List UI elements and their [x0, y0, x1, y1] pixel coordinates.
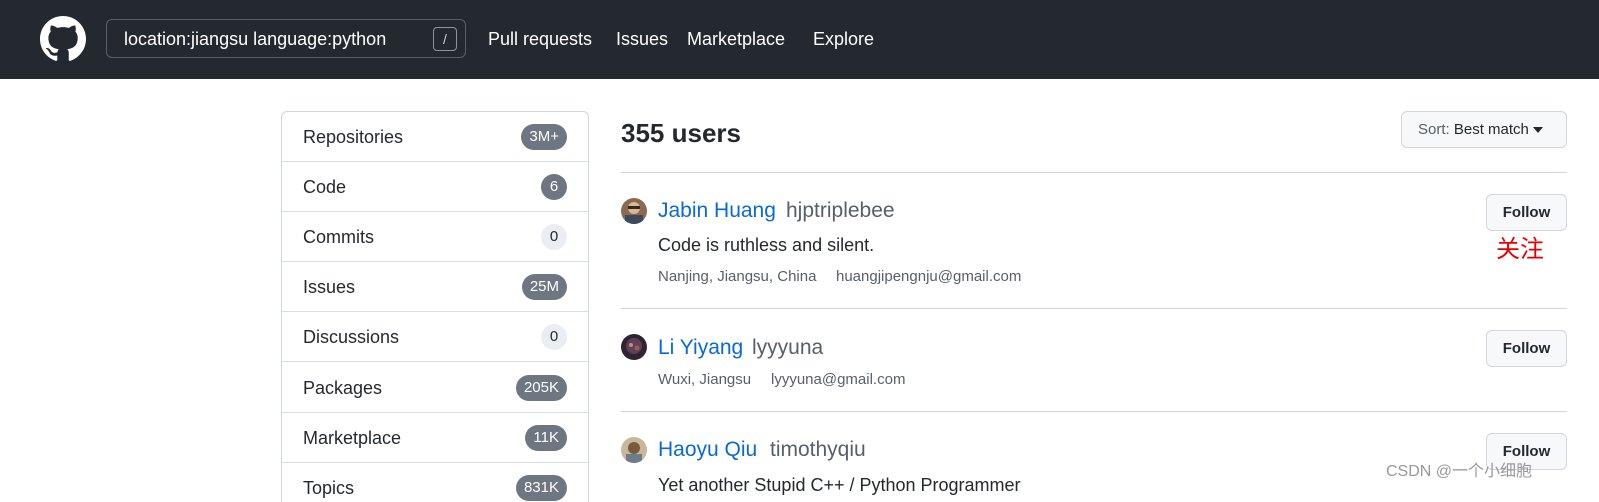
user-location: Nanjing, Jiangsu, China [658, 268, 817, 285]
user-login-link[interactable]: lyyyuna [752, 335, 823, 361]
count-badge: 205K [515, 375, 567, 401]
menu-item-code[interactable]: Code 6 [282, 162, 588, 212]
divider [621, 411, 1567, 412]
watermark: CSDN @一个小细胞 [1386, 463, 1533, 480]
menu-item-discussions[interactable]: Discussions 0 [282, 312, 588, 362]
search-box[interactable]: / [106, 19, 466, 58]
github-logo-icon[interactable] [40, 16, 86, 62]
menu-item-repositories[interactable]: Repositories 3M+ [282, 112, 588, 162]
menu-item-label: Packages [303, 378, 383, 398]
menu-item-label: Issues [303, 277, 356, 297]
sort-prefix: Sort: [1418, 121, 1454, 138]
sort-dropdown-button[interactable]: Sort: Best match [1401, 111, 1567, 148]
avatar[interactable] [621, 437, 647, 463]
top-header: / Pull requests Issues Marketplace Explo… [0, 0, 1599, 79]
count-badge: 25M [521, 274, 567, 300]
user-location: Wuxi, Jiangsu [658, 371, 752, 388]
user-email-link[interactable]: lyyyuna@gmail.com [771, 371, 905, 389]
caret-down-icon [1532, 127, 1543, 134]
menu-item-label: Marketplace [303, 428, 402, 448]
search-type-menu: Repositories 3M+ Code 6 Commits 0 Issues… [281, 111, 589, 502]
menu-item-marketplace[interactable]: Marketplace 11K [282, 413, 588, 463]
menu-item-topics[interactable]: Topics 831K [282, 463, 588, 502]
nav-marketplace[interactable]: Marketplace [687, 28, 785, 50]
sort-value: Best match [1453, 121, 1529, 138]
user-bio: Code is ruthless and silent. [658, 235, 875, 255]
count-badge: 831K [515, 475, 567, 501]
user-name-link[interactable]: Jabin Huang [658, 198, 776, 224]
menu-item-label: Commits [303, 227, 374, 247]
user-login-link[interactable]: timothyqiu [770, 437, 866, 463]
menu-item-label: Repositories [303, 127, 404, 147]
count-badge: 0 [541, 224, 567, 250]
user-name-link[interactable]: Haoyu Qiu [658, 437, 757, 463]
avatar[interactable] [621, 334, 647, 360]
count-badge: 3M+ [521, 124, 567, 150]
user-bio: Yet another Stupid C++ / Python Programm… [658, 475, 1021, 495]
avatar[interactable] [621, 198, 647, 224]
menu-item-packages[interactable]: Packages 205K [282, 363, 588, 413]
count-badge: 0 [541, 324, 567, 350]
count-badge: 11K [525, 425, 567, 451]
divider [621, 308, 1567, 309]
menu-item-label: Code [303, 177, 347, 197]
search-shortcut-key: / [433, 27, 457, 51]
follow-button[interactable]: Follow [1486, 330, 1567, 367]
follow-button[interactable]: Follow [1486, 194, 1567, 231]
user-email-link[interactable]: huangjipengnju@gmail.com [836, 268, 1021, 286]
count-badge: 6 [541, 174, 567, 200]
nav-explore[interactable]: Explore [813, 28, 874, 50]
nav-pull-requests[interactable]: Pull requests [488, 28, 592, 50]
nav-issues[interactable]: Issues [616, 28, 668, 50]
user-name-link[interactable]: Li Yiyang [658, 335, 743, 361]
search-input[interactable] [124, 28, 424, 50]
results-count-heading: 355 users [621, 118, 741, 148]
user-login-link[interactable]: hjptriplebee [786, 198, 895, 224]
menu-item-label: Discussions [303, 327, 400, 347]
divider [621, 172, 1567, 173]
menu-item-label: Topics [303, 478, 355, 498]
menu-item-commits[interactable]: Commits 0 [282, 212, 588, 262]
menu-item-issues[interactable]: Issues 25M [282, 262, 588, 312]
annotation-label: 关注 [1496, 236, 1544, 263]
